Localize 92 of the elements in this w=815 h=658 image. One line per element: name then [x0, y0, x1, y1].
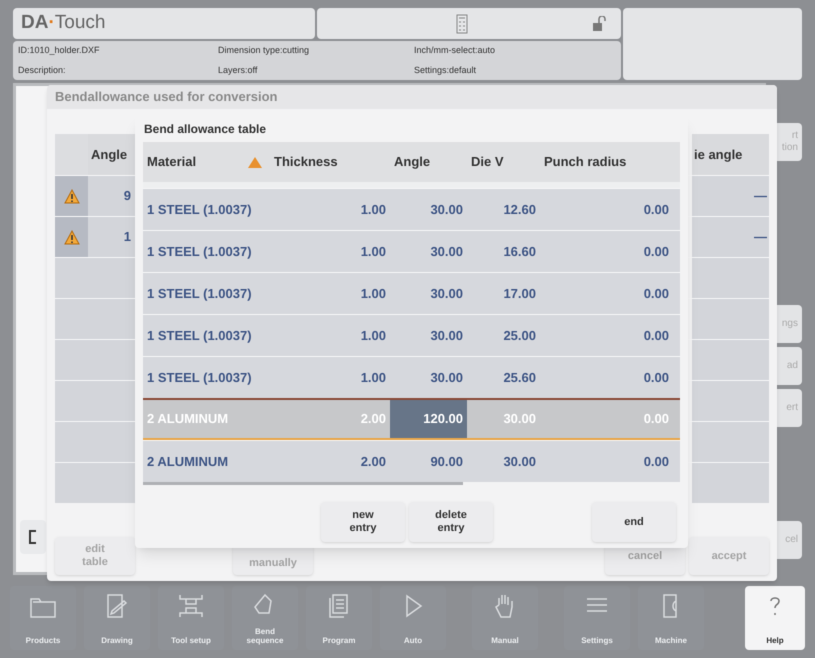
table-cell-text: 30.00 — [429, 242, 464, 261]
column-header[interactable]: Punch radius — [540, 142, 673, 182]
table-cell-text: 0.00 — [642, 200, 670, 219]
table-cell-text: 12.60 — [502, 200, 537, 219]
logo-product: Touch — [54, 11, 106, 36]
column-header: ie angle — [692, 134, 769, 175]
nav-button[interactable]: Machine — [638, 586, 704, 650]
table-cell-text: 1.00 — [360, 284, 387, 303]
table-cell: 120.00 — [390, 400, 467, 438]
bracket-icon — [29, 530, 37, 544]
nav-button[interactable]: Drawing — [84, 586, 150, 650]
table-cell-text: 25.60 — [502, 368, 537, 387]
table-cell-text: 90.00 — [429, 452, 464, 471]
table-row[interactable]: 1 STEEL (1.0037) 1.00 30.00 16.60 0.00 — [143, 230, 680, 272]
table-cell-text: 1.00 — [360, 200, 387, 219]
table-cell-text: 30.00 — [429, 200, 464, 219]
info-text: Inch/mm-select:auto — [414, 44, 496, 57]
table-cell-text: 2.00 — [360, 410, 387, 428]
table-row[interactable]: 2 ALUMINUM 2.00 90.00 30.00 0.00 — [143, 440, 680, 482]
dialog-title: Bend allowance table — [143, 120, 268, 138]
table-cell-text: 16.60 — [502, 242, 537, 261]
calculator-icon — [456, 14, 468, 34]
table-row[interactable]: 1 STEEL (1.0037) 1.00 30.00 17.00 0.00 — [143, 272, 680, 314]
table-cell-text: 25.00 — [502, 326, 537, 345]
dialog-button[interactable]: delete entry — [409, 502, 493, 542]
column-header: Angle — [88, 134, 138, 175]
table-cell — [88, 463, 138, 503]
table-cell: — — [692, 217, 769, 257]
table-cell-text: 1 STEEL (1.0037) — [146, 242, 253, 261]
table-cell-text: 30.00 — [502, 452, 537, 471]
table-cell — [88, 422, 138, 462]
table-cell-text: 30.00 — [429, 326, 464, 345]
table-row[interactable]: 2 ALUMINUM 2.00 120.00 30.00 0.00 — [143, 398, 680, 440]
nav-button[interactable]: Tool setup — [158, 586, 224, 650]
horizontal-scrollbar[interactable] — [143, 482, 463, 485]
nav-button[interactable]: Settings — [564, 586, 630, 650]
table-cell-text: 1 STEEL (1.0037) — [146, 284, 253, 303]
info-text: Layers:off — [218, 64, 258, 77]
table-cell — [88, 299, 138, 339]
padlock-icon[interactable] — [592, 16, 606, 32]
table-cell-text: 0.00 — [642, 452, 670, 471]
table-cell-text: 2 ALUMINUM — [146, 410, 230, 428]
table-cell — [88, 258, 138, 298]
bracket-button[interactable] — [20, 520, 46, 554]
column-header[interactable]: Angle — [390, 142, 467, 182]
info-text: Dimension type:cutting — [218, 44, 310, 57]
table-cell-text: 1.00 — [360, 326, 387, 345]
table-cell-text: 0.00 — [642, 326, 670, 345]
table-cell-text: 30.00 — [429, 284, 464, 303]
table-cell-text: 1.00 — [360, 242, 387, 261]
column-header[interactable]: Thickness — [270, 142, 390, 182]
nav-button[interactable]: Bend sequence — [232, 586, 298, 650]
table-cell-text: 30.00 — [502, 410, 537, 428]
table-cell-text: 1 STEEL (1.0037) — [146, 326, 253, 345]
table-cell-text: 1.00 — [360, 368, 387, 387]
help-button[interactable]: Help — [745, 586, 805, 650]
table-cell — [88, 381, 138, 421]
table-cell: — — [692, 176, 769, 216]
nav-button[interactable]: Manual — [472, 586, 538, 650]
table-row[interactable]: 1 STEEL (1.0037) 1.00 30.00 25.60 0.00 — [143, 356, 680, 398]
warning-icon — [64, 230, 80, 244]
nav-button[interactable]: Products — [10, 586, 76, 650]
table-cell-text: 0.00 — [642, 242, 670, 261]
table-cell-text: 2 ALUMINUM — [146, 452, 230, 471]
nav-button[interactable]: Auto — [380, 586, 446, 650]
table-cell-text: 0.00 — [642, 410, 670, 428]
info-text: Description: — [18, 64, 67, 77]
table-row[interactable]: 1 STEEL (1.0037) 1.00 30.00 12.60 0.00 — [143, 188, 680, 230]
dialog-button[interactable]: end — [592, 502, 676, 542]
column-header[interactable]: Material — [143, 142, 270, 182]
header-cell — [55, 134, 88, 175]
table-cell-text: 0.00 — [642, 368, 670, 387]
table-cell-text: 2.00 — [360, 452, 387, 471]
table-cell-text: 17.00 — [502, 284, 537, 303]
warning-icon — [64, 188, 80, 204]
table-cell-text: 0.00 — [642, 284, 670, 303]
table-cell-text: 1 STEEL (1.0037) — [146, 200, 253, 219]
dialog-title: Bendallowance used for conversion — [47, 85, 777, 109]
sort-ascending-icon — [248, 156, 262, 168]
table-cell — [88, 340, 138, 380]
table-cell-text: 1 STEEL (1.0037) — [146, 368, 253, 387]
nav-button[interactable]: Program — [306, 586, 372, 650]
table-cell-text: 30.00 — [429, 368, 464, 387]
column-header[interactable]: Die V — [467, 142, 540, 182]
dialog-button[interactable]: new entry — [321, 502, 405, 542]
logo-brand: DA — [21, 11, 48, 36]
info-text: ID:1010_holder.DXF — [18, 44, 101, 57]
table-cell: 1 — [88, 217, 138, 257]
logo-dot: · — [48, 11, 55, 36]
table-cell: 9 — [88, 176, 138, 216]
info-text: Settings:default — [414, 64, 478, 77]
table-row[interactable]: 1 STEEL (1.0037) 1.00 30.00 25.00 0.00 — [143, 314, 680, 356]
